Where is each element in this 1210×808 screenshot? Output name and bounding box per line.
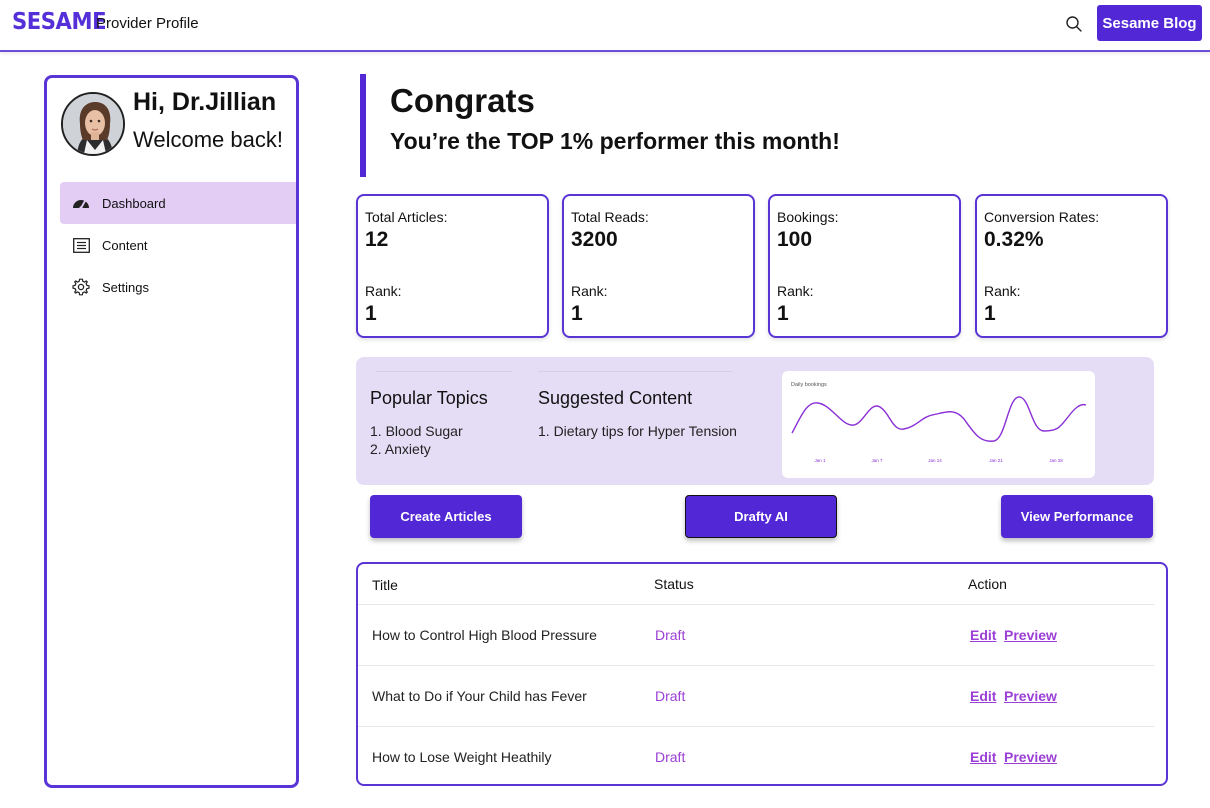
- popular-topics-list: 1. Blood Sugar 2. Anxiety: [370, 422, 463, 458]
- rank-value: 1: [984, 302, 996, 325]
- sidebar-nav: Dashboard Content Settings: [60, 182, 296, 308]
- rank-value: 1: [365, 302, 377, 325]
- article-title: What to Do if Your Child has Fever: [372, 688, 587, 704]
- insights-panel: Popular Topics 1. Blood Sugar 2. Anxiety…: [356, 357, 1154, 485]
- edit-link[interactable]: Edit: [970, 749, 996, 765]
- rank-value: 1: [571, 302, 583, 325]
- stat-card-total-articles: Total Articles: 12 Rank: 1: [356, 194, 549, 338]
- list-item[interactable]: 1. Blood Sugar: [370, 422, 463, 440]
- congrats-accent-bar: [360, 74, 366, 177]
- rank-label: Rank:: [365, 283, 402, 299]
- status-badge: Draft: [655, 749, 686, 765]
- gear-icon: [72, 278, 90, 296]
- avatar-image: [63, 94, 123, 154]
- stat-label: Conversion Rates:: [984, 209, 1100, 225]
- stat-card-total-reads: Total Reads: 3200 Rank: 1: [562, 194, 755, 338]
- rank-value: 1: [777, 302, 789, 325]
- x-tick-label: Jan 21: [989, 458, 1003, 463]
- stat-label: Bookings:: [777, 209, 839, 225]
- popular-topics-title: Popular Topics: [370, 388, 488, 408]
- status-badge: Draft: [655, 688, 686, 704]
- sesame-logo[interactable]: SESAME: [12, 9, 107, 35]
- table-row: How to Control High Blood Pressure Draft…: [358, 604, 1154, 665]
- stat-value: 12: [365, 228, 389, 251]
- list-item[interactable]: 1. Dietary tips for Hyper Tension: [538, 422, 737, 440]
- welcome-message: Welcome back!: [133, 127, 283, 152]
- edit-link[interactable]: Edit: [970, 627, 996, 643]
- stat-card-conversion-rates: Conversion Rates: 0.32% Rank: 1: [975, 194, 1168, 338]
- table-row: What to Do if Your Child has Fever Draft…: [358, 665, 1154, 726]
- x-tick-label: Jan 14: [928, 458, 942, 463]
- divider: [538, 371, 732, 372]
- stat-value: 100: [777, 228, 813, 251]
- create-articles-button[interactable]: Create Articles: [370, 495, 522, 538]
- series-line: [791, 396, 1087, 442]
- page-title: Provider Profile: [96, 15, 199, 32]
- congrats-subtitle: You’re the TOP 1% performer this month!: [390, 128, 840, 154]
- stat-label: Total Articles:: [365, 209, 448, 225]
- stat-value: 3200: [571, 228, 618, 251]
- stat-value: 0.32%: [984, 228, 1044, 251]
- drafty-ai-button[interactable]: Drafty AI: [685, 495, 837, 538]
- x-tick-label: Jan 28: [1049, 458, 1063, 463]
- status-badge: Draft: [655, 627, 686, 643]
- preview-link[interactable]: Preview: [1004, 749, 1057, 765]
- articles-table: Title Status Action How to Control High …: [356, 562, 1168, 786]
- stat-label: Total Reads:: [571, 209, 649, 225]
- daily-bookings-chart: Daily bookings Jan 1 Jan 7 Jan 14 Jan 21…: [782, 371, 1095, 478]
- sidebar-item-settings[interactable]: Settings: [60, 266, 296, 308]
- search-icon[interactable]: [1065, 15, 1083, 33]
- sesame-blog-button[interactable]: Sesame Blog: [1097, 5, 1202, 41]
- column-header-title: Title: [372, 577, 398, 593]
- column-header-status: Status: [654, 576, 694, 592]
- avatar: [61, 92, 125, 156]
- rank-label: Rank:: [777, 283, 814, 299]
- greeting: Hi, Dr.Jillian: [133, 88, 277, 116]
- list-item[interactable]: 2. Anxiety: [370, 440, 463, 458]
- sidebar-item-dashboard[interactable]: Dashboard: [60, 182, 296, 224]
- sidebar-item-label: Content: [102, 237, 148, 253]
- x-tick-label: Jan 1: [814, 458, 826, 463]
- preview-link[interactable]: Preview: [1004, 688, 1057, 704]
- congrats-title: Congrats: [390, 82, 535, 119]
- sidebar-item-label: Dashboard: [102, 195, 166, 211]
- divider: [376, 371, 512, 372]
- suggested-content-title: Suggested Content: [538, 388, 693, 408]
- x-tick-label: Jan 7: [871, 458, 883, 463]
- sidebar-item-label: Settings: [102, 279, 149, 295]
- table-row: How to Lose Weight Heathily Draft Edit P…: [358, 726, 1154, 787]
- sidebar: Hi, Dr.Jillian Welcome back! Dashboard C…: [44, 75, 299, 788]
- article-title: How to Control High Blood Pressure: [372, 627, 597, 643]
- sidebar-item-content[interactable]: Content: [60, 224, 296, 266]
- stat-card-bookings: Bookings: 100 Rank: 1: [768, 194, 961, 338]
- rank-label: Rank:: [571, 283, 608, 299]
- dashboard-gauge-icon: [72, 194, 90, 212]
- column-header-action: Action: [968, 576, 1007, 592]
- rank-label: Rank:: [984, 283, 1021, 299]
- article-title: How to Lose Weight Heathily: [372, 749, 552, 765]
- content-list-icon: [72, 236, 90, 254]
- chart-title: Daily bookings: [791, 382, 827, 388]
- view-performance-button[interactable]: View Performance: [1001, 495, 1153, 538]
- suggested-content-list: 1. Dietary tips for Hyper Tension: [538, 422, 737, 440]
- edit-link[interactable]: Edit: [970, 688, 996, 704]
- top-header: SESAME Provider Profile Sesame Blog: [0, 0, 1210, 52]
- preview-link[interactable]: Preview: [1004, 627, 1057, 643]
